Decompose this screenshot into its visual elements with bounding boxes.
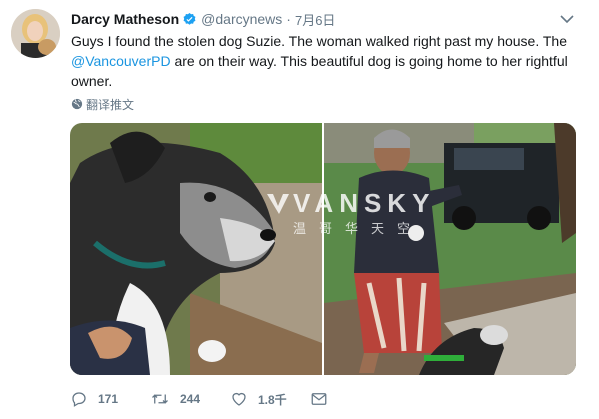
separator-dot: · — [286, 11, 291, 27]
globe-icon — [71, 98, 83, 110]
mention-link[interactable]: @VancouverPD — [71, 53, 171, 69]
reply-count: 171 — [98, 392, 119, 406]
tweet-text-part1: Guys I found the stolen dog Suzie. The w… — [71, 33, 567, 49]
tweet-actions: 171 244 1.8千 — [70, 388, 340, 410]
photo-woman[interactable] — [324, 123, 576, 375]
author-name[interactable]: Darcy Matheson — [71, 11, 179, 27]
tweet-card[interactable]: Darcy Matheson @darcynews · 7月6日 Guys I … — [0, 0, 599, 419]
reply-icon — [72, 392, 86, 407]
heart-icon — [232, 392, 246, 406]
retweet-count: 244 — [180, 392, 201, 406]
verified-badge-icon — [182, 12, 197, 27]
direct-message-button[interactable] — [310, 390, 340, 408]
translate-tweet-link[interactable]: 翻译推文 — [71, 95, 134, 113]
avatar[interactable] — [11, 9, 60, 58]
retweet-button[interactable]: 244 — [150, 390, 230, 408]
reply-button[interactable]: 171 — [70, 390, 150, 408]
chevron-down-icon[interactable] — [558, 12, 576, 26]
author-handle[interactable]: @darcynews — [201, 11, 282, 27]
tweet-text: Guys I found the stolen dog Suzie. The w… — [71, 31, 581, 91]
translate-label: 翻译推文 — [86, 97, 135, 112]
like-count: 1.8千 — [258, 392, 287, 407]
like-button[interactable]: 1.8千 — [230, 390, 310, 408]
photo-dog[interactable] — [70, 123, 322, 375]
retweet-icon — [152, 394, 168, 404]
tweet-date[interactable]: 7月6日 — [295, 10, 335, 29]
media-grid[interactable] — [70, 123, 576, 375]
envelope-icon — [311, 393, 327, 405]
